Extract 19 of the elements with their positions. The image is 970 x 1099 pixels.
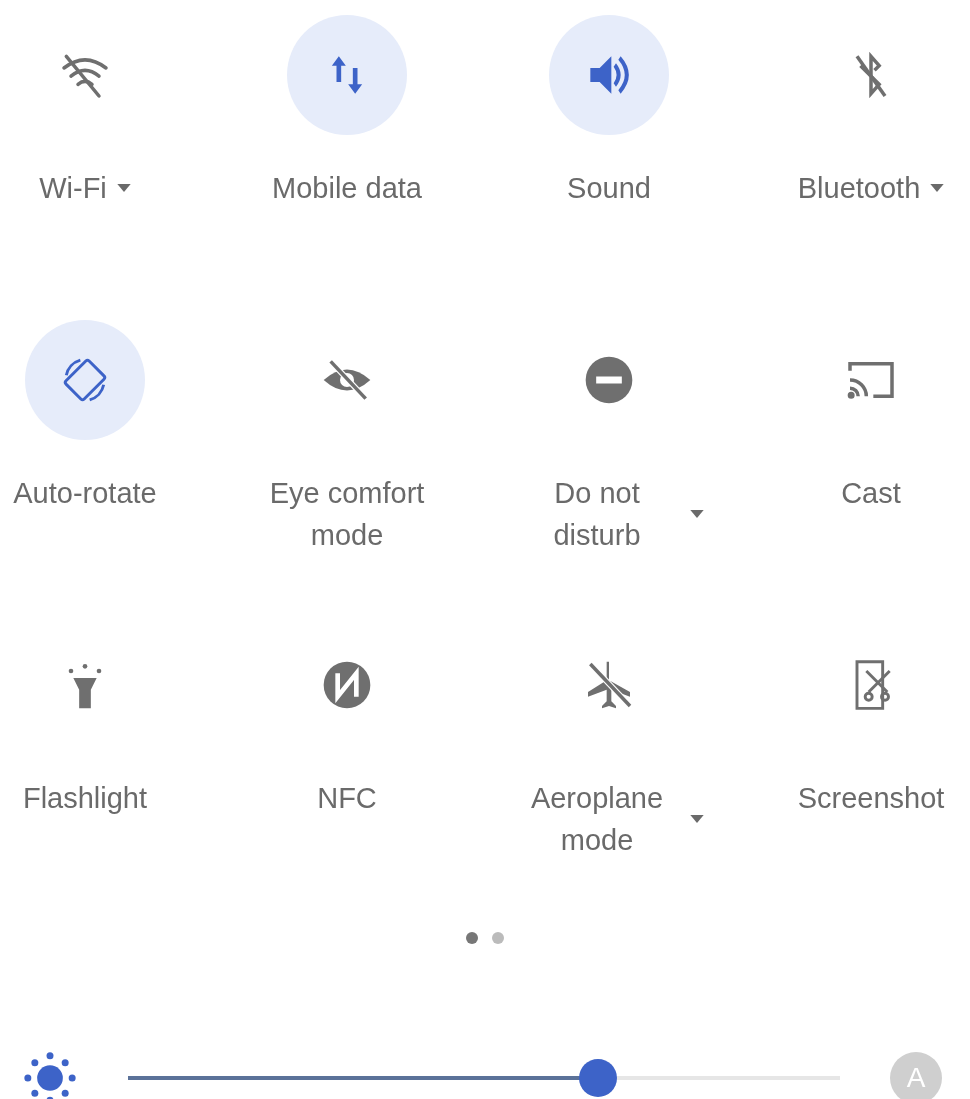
tile-label: Do not disturb [552, 476, 642, 553]
tile-label: Cast [841, 476, 901, 511]
tile-label: Screenshot [797, 781, 945, 816]
tile-label: Auto-rotate [13, 476, 157, 511]
brightness-icon [22, 1050, 78, 1099]
tile-label: Wi-Fi [39, 171, 107, 206]
tile-label: Aeroplane mode [529, 781, 665, 858]
tile-label: Eye comfort mode [268, 476, 426, 553]
tile-label: Flashlight [22, 781, 148, 816]
caret-icon[interactable] [689, 510, 704, 518]
tile-label: Bluetooth [797, 171, 921, 206]
caret-icon[interactable] [116, 184, 131, 192]
slider-thumb[interactable] [578, 1059, 617, 1097]
tile-label: Sound [567, 171, 651, 206]
tile-label: NFC [317, 781, 377, 816]
brightness-slider[interactable] [128, 1058, 840, 1098]
caret-icon[interactable] [689, 815, 704, 823]
tile-label: Mobile data [272, 171, 422, 206]
caret-icon[interactable] [930, 184, 945, 192]
